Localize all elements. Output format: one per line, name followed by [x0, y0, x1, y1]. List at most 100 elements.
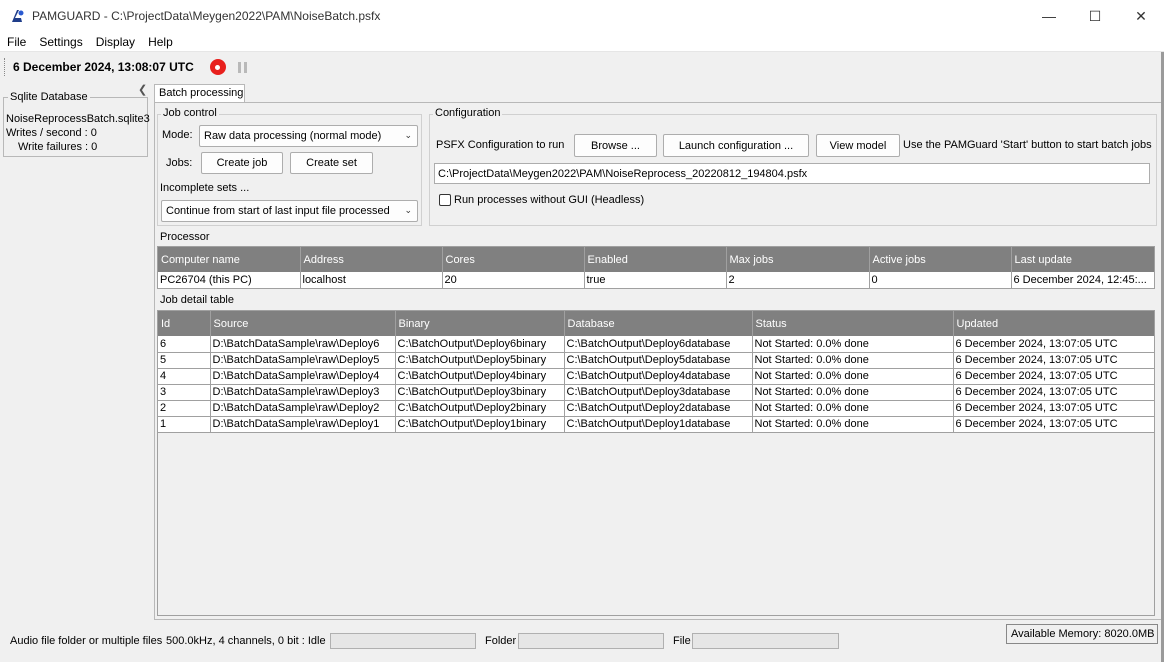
column-header[interactable]: Status: [752, 311, 954, 336]
folder-progress-bar: [518, 633, 664, 649]
table-cell: 6 December 2024, 12:45:...: [1011, 272, 1155, 289]
pause-icon-bar: [243, 61, 247, 73]
jobs-label: Jobs:: [166, 157, 193, 169]
table-row[interactable]: 4 D:\BatchDataSample\raw\Deploy4 C:\Batc…: [158, 368, 1155, 385]
psfx-path-field[interactable]: C:\ProjectData\Meygen2022\PAM\NoiseRepro…: [434, 163, 1150, 184]
create-set-button[interactable]: Create set: [290, 152, 373, 174]
psfx-label: PSFX Configuration to run: [436, 139, 565, 151]
job-detail-table: Id Source Binary Database Status Updated…: [157, 310, 1155, 616]
collapse-left-icon[interactable]: ❮: [138, 83, 148, 96]
window-controls: — ☐ ✕: [1026, 0, 1164, 32]
start-hint: Use the PAMGuard 'Start' button to start…: [903, 139, 1152, 151]
table-cell: C:\BatchOutput\Deploy5database: [564, 352, 753, 369]
folder-label: Folder: [485, 635, 517, 647]
pause-button[interactable]: [237, 61, 247, 73]
incomplete-sets-select[interactable]: Continue from start of last input file p…: [161, 200, 418, 222]
launch-configuration-button[interactable]: Launch configuration ...: [663, 134, 809, 157]
column-header[interactable]: Id: [158, 311, 211, 336]
table-cell: 5: [158, 352, 211, 369]
start-button[interactable]: [209, 59, 226, 75]
minimize-button[interactable]: —: [1026, 0, 1072, 32]
incomplete-sets-value: Continue from start of last input file p…: [166, 205, 390, 217]
table-cell: C:\BatchOutput\Deploy1binary: [395, 416, 565, 433]
mode-value: Raw data processing (normal mode): [204, 130, 382, 142]
table-cell: 6: [158, 336, 211, 353]
file-progress-bar: [692, 633, 839, 649]
table-cell: Not Started: 0.0% done: [752, 336, 954, 353]
create-job-button[interactable]: Create job: [201, 152, 283, 174]
table-cell: D:\BatchDataSample\raw\Deploy3: [210, 384, 396, 401]
table-cell: 20: [442, 272, 585, 289]
db-name: NoiseReprocessBatch.sqlite3: [6, 113, 150, 125]
table-row[interactable]: 6 D:\BatchDataSample\raw\Deploy6 C:\Batc…: [158, 336, 1155, 353]
close-button[interactable]: ✕: [1118, 0, 1164, 32]
source-label: Audio file folder or multiple files: [10, 635, 163, 647]
mode-label: Mode:: [162, 129, 193, 141]
table-cell: 4: [158, 368, 211, 385]
file-label: File: [673, 635, 691, 647]
mode-select[interactable]: Raw data processing (normal mode) ⌄: [199, 125, 418, 147]
table-cell: 6 December 2024, 13:07:05 UTC: [953, 352, 1155, 369]
headless-checkbox[interactable]: [439, 194, 451, 206]
processor-table: Computer name Address Cores Enabled Max …: [157, 246, 1155, 289]
table-cell: C:\BatchOutput\Deploy3database: [564, 384, 753, 401]
table-cell: C:\BatchOutput\Deploy6database: [564, 336, 753, 353]
table-cell: C:\BatchOutput\Deploy1database: [564, 416, 753, 433]
column-header[interactable]: Updated: [953, 311, 1155, 336]
table-cell: PC26704 (this PC): [158, 272, 301, 289]
table-row[interactable]: 2 D:\BatchDataSample\raw\Deploy2 C:\Batc…: [158, 400, 1155, 417]
table-cell: 6 December 2024, 13:07:05 UTC: [953, 416, 1155, 433]
maximize-button[interactable]: ☐: [1072, 0, 1118, 32]
column-header[interactable]: Enabled: [584, 247, 727, 272]
window-title: PAMGUARD - C:\ProjectData\Meygen2022\PAM…: [32, 9, 381, 23]
pamguard-logo-icon: [12, 10, 24, 22]
column-header[interactable]: Active jobs: [869, 247, 1012, 272]
column-header[interactable]: Source: [210, 311, 396, 336]
column-header[interactable]: Binary: [395, 311, 565, 336]
tab-batch-processing[interactable]: Batch processing: [154, 84, 245, 103]
jobs-header-row: Id Source Binary Database Status Updated: [158, 311, 1155, 336]
job-control-title: Job control: [161, 107, 219, 119]
table-cell: 0: [869, 272, 1012, 289]
toolbar-grip[interactable]: [4, 58, 7, 76]
source-info: 500.0kHz, 4 channels, 0 bit : Idle: [166, 635, 326, 647]
table-cell: D:\BatchDataSample\raw\Deploy1: [210, 416, 396, 433]
table-cell: true: [584, 272, 727, 289]
column-header[interactable]: Computer name: [158, 247, 301, 272]
chevron-down-icon: ⌄: [404, 204, 412, 215]
column-header[interactable]: Last update: [1011, 247, 1155, 272]
menu-settings[interactable]: Settings: [32, 35, 88, 49]
menu-display[interactable]: Display: [89, 35, 141, 49]
source-progress-bar: [330, 633, 476, 649]
title-bar: PAMGUARD - C:\ProjectData\Meygen2022\PAM…: [0, 0, 1164, 32]
menu-file[interactable]: File: [0, 35, 32, 49]
menu-help[interactable]: Help: [141, 35, 179, 49]
table-cell: 2: [726, 272, 870, 289]
view-model-button[interactable]: View model: [816, 134, 900, 157]
sqlite-panel-title: Sqlite Database: [8, 91, 90, 103]
record-icon: [215, 64, 221, 70]
pause-icon: [237, 61, 241, 73]
table-row[interactable]: 3 D:\BatchDataSample\raw\Deploy3 C:\Batc…: [158, 384, 1155, 401]
column-header[interactable]: Address: [300, 247, 443, 272]
table-cell: D:\BatchDataSample\raw\Deploy4: [210, 368, 396, 385]
table-cell: Not Started: 0.0% done: [752, 416, 954, 433]
table-row[interactable]: 1 D:\BatchDataSample\raw\Deploy1 C:\Batc…: [158, 416, 1155, 433]
column-header[interactable]: Cores: [442, 247, 585, 272]
table-cell: 2: [158, 400, 211, 417]
job-detail-title: Job detail table: [160, 294, 234, 306]
table-cell: D:\BatchDataSample\raw\Deploy6: [210, 336, 396, 353]
table-cell: Not Started: 0.0% done: [752, 400, 954, 417]
table-cell: C:\BatchOutput\Deploy5binary: [395, 352, 565, 369]
sqlite-panel: Sqlite Database NoiseReprocessBatch.sqli…: [3, 91, 150, 157]
table-cell: 6 December 2024, 13:07:05 UTC: [953, 336, 1155, 353]
table-cell: C:\BatchOutput\Deploy4database: [564, 368, 753, 385]
table-row[interactable]: 5 D:\BatchDataSample\raw\Deploy5 C:\Batc…: [158, 352, 1155, 369]
headless-label: Run processes without GUI (Headless): [454, 194, 645, 206]
table-row[interactable]: PC26704 (this PC) localhost 20 true 2 0 …: [158, 272, 1155, 289]
column-header[interactable]: Max jobs: [726, 247, 870, 272]
browse-button[interactable]: Browse ...: [574, 134, 657, 157]
table-cell: Not Started: 0.0% done: [752, 384, 954, 401]
table-cell: 3: [158, 384, 211, 401]
column-header[interactable]: Database: [564, 311, 753, 336]
